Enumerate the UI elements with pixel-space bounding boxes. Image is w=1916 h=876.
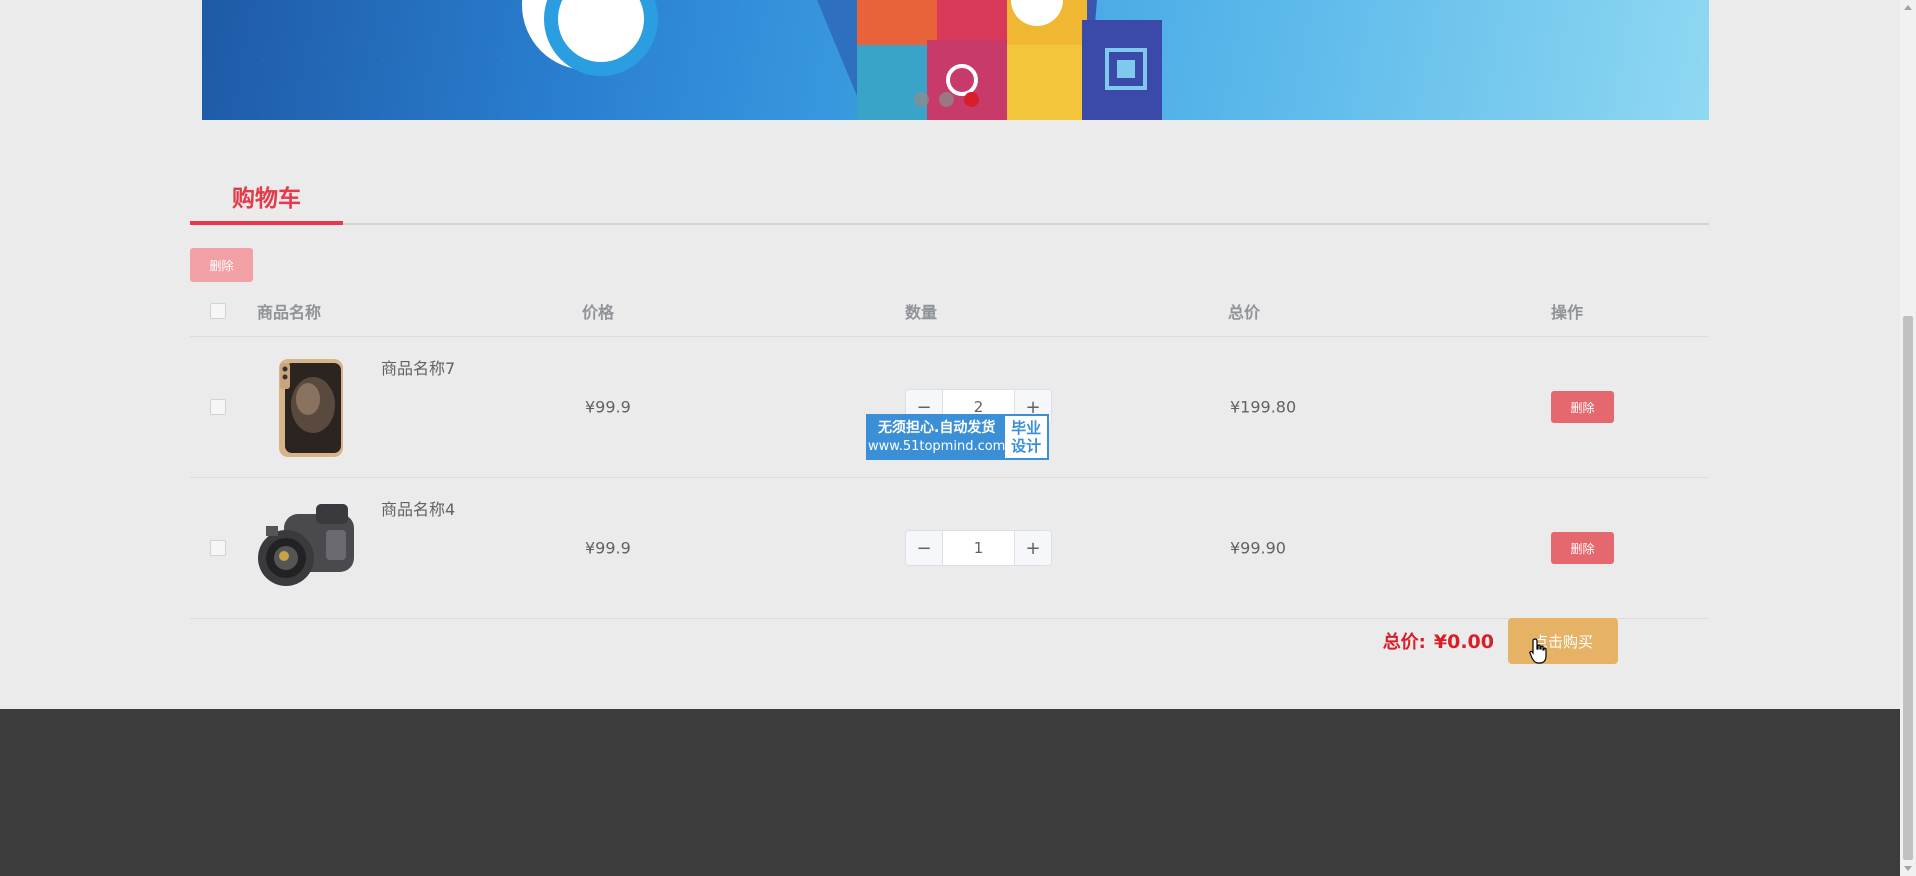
row-checkbox[interactable] <box>210 540 226 556</box>
product-price: ¥99.9 <box>585 538 631 558</box>
column-header-quantity: 数量 <box>905 303 938 322</box>
carousel-indicators <box>914 92 979 107</box>
row-checkbox[interactable] <box>210 399 226 415</box>
column-header-name: 商品名称 <box>257 303 322 322</box>
watermark-badge: 无须担心.自动发货 www.51topmind.com 毕业 设计 <box>866 414 1049 460</box>
table-row: 商品名称4 ¥99.9 − 1 + ¥99.90 删除 <box>190 478 1709 619</box>
carousel-dot-3[interactable] <box>964 92 979 107</box>
watermark-seal: 毕业 设计 <box>1005 416 1047 458</box>
product-price: ¥99.9 <box>585 397 631 417</box>
quantity-input[interactable]: 1 <box>943 531 1014 565</box>
row-total: ¥99.90 <box>1230 538 1286 558</box>
cart-title-bar: 购物车 <box>190 170 1709 225</box>
banner-carousel[interactable] <box>202 0 1709 120</box>
column-header-total: 总价 <box>1228 303 1261 322</box>
delete-item-button[interactable]: 删除 <box>1551 391 1614 423</box>
watermark-line1: 无须担心.自动发货 <box>878 420 996 436</box>
column-header-price: 价格 <box>582 303 615 322</box>
camcorder-image <box>258 504 354 586</box>
table-header: 商品名称 价格 数量 总价 操作 <box>190 286 1709 337</box>
scrollbar-thumb[interactable] <box>1903 316 1913 860</box>
delete-item-button[interactable]: 删除 <box>1551 532 1614 564</box>
column-header-actions: 操作 <box>1551 303 1584 322</box>
product-name[interactable]: 商品名称4 <box>381 496 455 520</box>
scroll-up-icon[interactable] <box>1904 5 1912 10</box>
carousel-dot-2[interactable] <box>939 92 954 107</box>
cart-total-label: 总价: <box>1382 632 1426 653</box>
scroll-down-icon[interactable] <box>1904 866 1912 871</box>
watermark-badge-line2: 设计 <box>1011 437 1042 455</box>
watermark-text: 无须担心.自动发货 www.51topmind.com <box>868 416 1005 458</box>
page-footer <box>0 709 1900 876</box>
batch-delete-button[interactable]: 删除 <box>190 248 253 282</box>
product-name[interactable]: 商品名称7 <box>381 355 455 379</box>
hand-cursor-icon <box>1529 638 1547 664</box>
cart-title: 购物车 <box>190 170 343 225</box>
watermark-line2: www.51topmind.com <box>868 439 1006 454</box>
quantity-stepper: − 1 + <box>905 530 1052 566</box>
select-all-checkbox[interactable] <box>210 303 226 319</box>
watermark-badge-line1: 毕业 <box>1011 419 1042 437</box>
row-total: ¥199.80 <box>1230 397 1297 417</box>
carousel-dot-1[interactable] <box>914 92 929 107</box>
increase-quantity-button[interactable]: + <box>1014 531 1051 565</box>
buy-button[interactable]: 点击购买 <box>1508 618 1618 664</box>
cart-total-amount: ¥0.00 <box>1433 631 1494 653</box>
cart-total: 总价: ¥0.00 <box>1383 628 1494 654</box>
cart-summary: 总价: ¥0.00 点击购买 <box>190 618 1709 664</box>
decrease-quantity-button[interactable]: − <box>906 531 943 565</box>
smartphone-image <box>279 359 343 457</box>
page-scrollbar[interactable] <box>1900 0 1916 876</box>
